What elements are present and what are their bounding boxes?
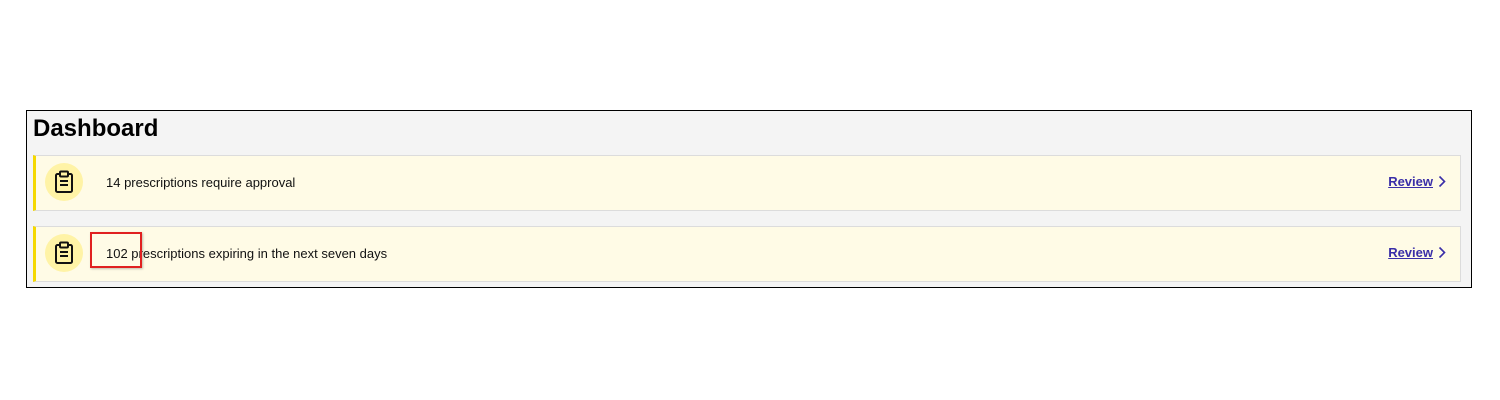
review-label[interactable]: Review	[1388, 245, 1433, 260]
review-link[interactable]: Review	[1388, 174, 1446, 189]
highlight-annotation-box	[90, 232, 142, 268]
clipboard-icon	[45, 234, 83, 272]
chevron-right-icon	[1438, 175, 1446, 188]
alert-card-approval: 14 prescriptions require approval Review	[33, 155, 1461, 211]
dashboard-panel: Dashboard 14 prescriptions require appro…	[26, 110, 1472, 288]
page-title: Dashboard	[33, 115, 159, 142]
chevron-right-icon	[1438, 246, 1446, 259]
alert-message: 102 prescriptions expiring in the next s…	[106, 246, 388, 261]
review-label[interactable]: Review	[1388, 174, 1433, 189]
alert-message: 14 prescriptions require approval	[106, 175, 296, 190]
clipboard-icon	[45, 163, 83, 201]
alert-card-expiring: 102 prescriptions expiring in the next s…	[33, 226, 1461, 282]
review-link[interactable]: Review	[1388, 245, 1446, 260]
